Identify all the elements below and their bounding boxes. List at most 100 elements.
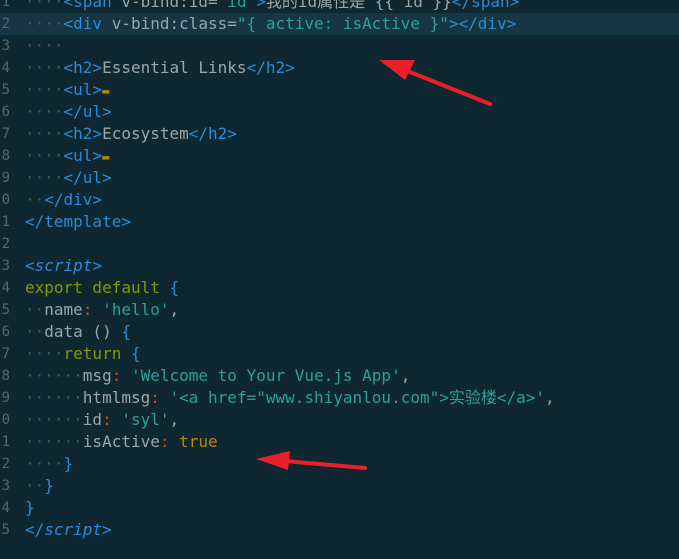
code-token: </h2>	[246, 58, 295, 77]
code-line[interactable]: 8 ····<ul>▬	[0, 145, 679, 167]
code-token: ··	[25, 476, 45, 495]
line-number: 7	[1, 126, 10, 142]
code-line[interactable]: 6 ····</ul>	[0, 101, 679, 123]
code-token: ,	[169, 410, 180, 429]
code-line[interactable]: 2	[0, 233, 679, 255]
code-token: >	[92, 256, 103, 275]
code-line[interactable]: 1 ····<span v-bind:id="id">我的id属性是 {{ id …	[0, 0, 679, 13]
line-number: 8	[1, 368, 10, 384]
code-line[interactable]: 4}	[0, 497, 679, 519]
code-line[interactable]: 4 export default {	[0, 277, 679, 299]
code-text: }	[25, 497, 35, 519]
code-line[interactable]: 1 </template>	[0, 211, 679, 233]
code-line[interactable]: 5 </script>	[0, 519, 679, 541]
code-text: ····<h2>Ecosystem</h2>	[25, 123, 237, 145]
code-token: 'hello'	[92, 300, 170, 319]
code-token: ····	[25, 58, 64, 77]
code-token: v-bind:id=	[111, 0, 218, 11]
code-token: Essential Links	[102, 58, 247, 77]
code-text: </script>	[25, 519, 112, 541]
code-line[interactable]: 7 ····return {	[0, 343, 679, 365]
code-token: ··	[25, 300, 45, 319]
code-token: isActive	[82, 432, 160, 451]
line-number: 1	[1, 0, 10, 10]
code-token: ··	[25, 190, 45, 209]
code-text: ····<div v-bind:class="{ active: isActiv…	[25, 13, 516, 35]
code-text: </template>	[25, 211, 131, 233]
code-text: ··data () {	[25, 321, 131, 343]
code-token: :	[82, 300, 93, 319]
code-token: ></div>	[448, 14, 517, 33]
code-line[interactable]: 9 ······htmlmsg: '<a href="www.shiyanlou.…	[0, 387, 679, 409]
code-line[interactable]: 1 ······isActive: true	[0, 431, 679, 453]
code-line[interactable]: 3 <script>	[0, 255, 679, 277]
code-token: ····	[25, 102, 64, 121]
code-token: script	[44, 520, 103, 539]
code-token: {	[111, 322, 131, 341]
code-token: :	[150, 388, 160, 407]
line-number: 2	[1, 236, 10, 252]
code-token: <	[25, 256, 35, 275]
code-text: ······msg: 'Welcome to Your Vue.js App',	[25, 365, 410, 387]
code-token: script	[34, 256, 93, 275]
code-line[interactable]: 4 ····<h2>Essential Links</h2>	[0, 57, 679, 79]
code-token: ··	[25, 322, 45, 341]
code-line[interactable]: 2 ····<div v-bind:class="{ active: isActi…	[0, 13, 679, 35]
code-token: }	[63, 454, 74, 473]
code-token: data ()	[44, 322, 112, 341]
code-token: </	[25, 520, 45, 539]
code-token: <div	[63, 14, 103, 33]
code-line[interactable]: 9 ····</ul>	[0, 167, 679, 189]
line-number: 2	[1, 16, 10, 32]
code-token: 'Welcome to Your Vue.js App'	[121, 366, 401, 385]
code-editor[interactable]: 1 ····<span v-bind:id="id">我的id属性是 {{ id …	[0, 0, 679, 541]
code-token: ····	[25, 124, 64, 143]
code-line[interactable]: 3 ··}	[0, 475, 679, 497]
fold-marker-icon[interactable]: ▬	[102, 150, 109, 164]
code-text: ··name: 'hello',	[25, 299, 179, 321]
code-token: }	[25, 498, 35, 517]
code-token: true	[169, 432, 218, 451]
line-number: 6	[1, 104, 10, 120]
line-number: 4	[1, 280, 10, 296]
code-line[interactable]: 6 ··data () {	[0, 321, 679, 343]
code-line[interactable]: 0 ······id: 'syl',	[0, 409, 679, 431]
line-number: 5	[1, 522, 10, 538]
code-token: ······	[25, 432, 83, 451]
code-line[interactable]: 0 ··</div>	[0, 189, 679, 211]
code-line[interactable]: 5 ····<ul>▬	[0, 79, 679, 101]
code-token: "id"	[217, 0, 257, 11]
code-token: </div>	[44, 190, 103, 209]
line-number: 4	[1, 500, 10, 516]
code-line[interactable]: 2 ····}	[0, 453, 679, 475]
code-token: <h2>	[63, 124, 103, 143]
code-text: ····return {	[25, 343, 141, 365]
code-token: 我的id属性是 {{ id }}	[265, 0, 452, 11]
code-line[interactable]: 3 ····	[0, 35, 679, 57]
code-token: :	[111, 366, 122, 385]
code-token: </span>	[451, 0, 520, 11]
line-number: 4	[1, 60, 10, 76]
code-line[interactable]: 5 ··name: 'hello',	[0, 299, 679, 321]
code-token: >	[102, 520, 112, 539]
code-token: v-bind:class=	[102, 14, 237, 33]
code-text: ····<span v-bind:id="id">我的id属性是 {{ id }…	[25, 0, 519, 13]
code-text: ······htmlmsg: '<a href="www.shiyanlou.c…	[25, 387, 555, 409]
code-token: ····	[25, 36, 64, 55]
code-text: <script>	[25, 255, 102, 277]
fold-marker-icon[interactable]: ▬	[102, 84, 109, 98]
code-line[interactable]: 7 ····<h2>Ecosystem</h2>	[0, 123, 679, 145]
code-token: '<a href="www.shiyanlou.com">实验楼</a>'	[159, 388, 546, 407]
code-token: ····	[25, 168, 64, 187]
line-number: 7	[1, 346, 10, 362]
code-token: id	[82, 410, 103, 429]
code-token: </ul>	[63, 168, 112, 187]
line-number: 0	[1, 192, 10, 208]
code-token: ,	[169, 300, 180, 319]
code-token: </h2>	[188, 124, 237, 143]
code-token: <h2>	[63, 58, 103, 77]
code-text: ····<h2>Essential Links</h2>	[25, 57, 295, 79]
code-text: ··}	[25, 475, 54, 497]
code-line[interactable]: 8 ······msg: 'Welcome to Your Vue.js App'…	[0, 365, 679, 387]
code-token: 'syl'	[111, 410, 170, 429]
